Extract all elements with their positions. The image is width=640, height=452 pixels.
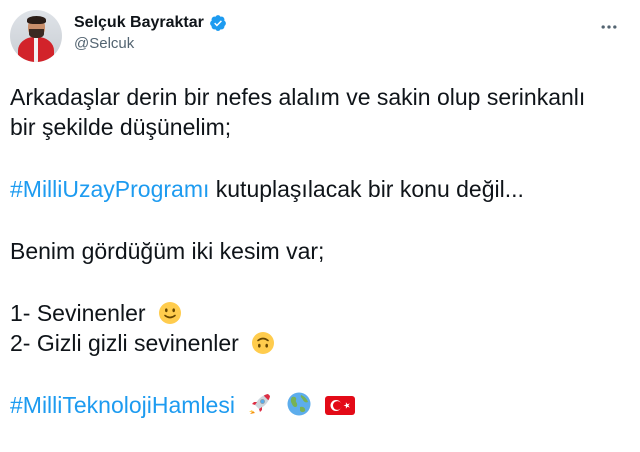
tweet-header: Selçuk Bayraktar @Selcuk <box>10 10 630 62</box>
slightly-smiling-face-icon <box>158 302 181 324</box>
tweet-text: Arkadaşlar derin bir nefes alalım ve sak… <box>10 82 630 452</box>
hashtag-link-milliuzayprogrami[interactable]: #MilliUzayProgramı <box>10 176 209 202</box>
tweet-text-span: kutuplaşılacak bir konu değil... <box>209 176 524 202</box>
tweet-line: bir şekilde düşünelim; <box>10 114 232 140</box>
author-display-name[interactable]: Selçuk Bayraktar <box>74 14 204 32</box>
tweet-paragraph-final: #MilliTeknolojiHamlesi <box>10 390 630 420</box>
tweet-paragraph-hashtag: #MilliUzayProgramı kutuplaşılacak bir ko… <box>10 174 630 204</box>
verified-badge-icon <box>209 15 226 31</box>
tweet-paragraph-list: 1- Sevinenler 2- Gizli gizli sevinenler <box>10 298 630 358</box>
hashtag-link-milliteknolojihamlesi[interactable]: #MilliTeknolojiHamlesi <box>10 392 235 418</box>
more-options-button[interactable] <box>592 10 626 44</box>
tweet-line: Benim gördüğüm iki kesim var; <box>10 238 325 264</box>
list-item: 2- Gizli gizli sevinenler <box>10 328 630 358</box>
tweet-paragraph-kesim: Benim gördüğüm iki kesim var; <box>10 236 630 266</box>
tweet-card: Selçuk Bayraktar @Selcuk Arkadaşlar deri… <box>0 0 640 450</box>
rocket-icon <box>249 394 271 414</box>
avatar[interactable] <box>10 10 62 62</box>
list-item: 1- Sevinenler <box>10 298 630 328</box>
tweet-paragraph-intro: Arkadaşlar derin bir nefes alalım ve sak… <box>10 82 630 142</box>
upside-down-face-icon <box>252 332 275 354</box>
more-horizontal-icon <box>601 25 617 29</box>
turkish-flag-icon <box>325 396 356 415</box>
author-info: Selçuk Bayraktar @Selcuk <box>74 14 227 52</box>
tweet-line: Arkadaşlar derin bir nefes alalım ve sak… <box>10 84 586 110</box>
globe-earth-icon <box>287 392 311 416</box>
author-handle[interactable]: @Selcuk <box>74 35 227 52</box>
